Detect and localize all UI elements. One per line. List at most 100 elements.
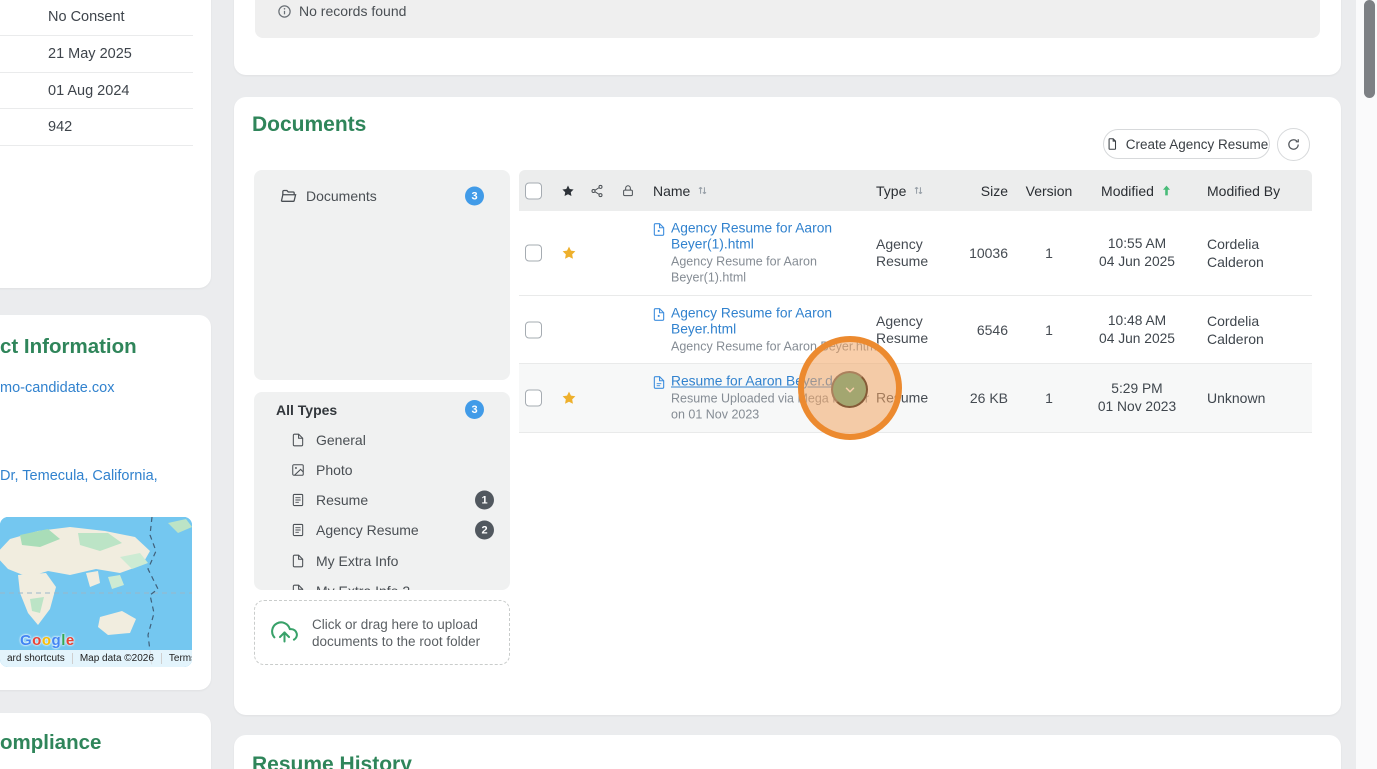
column-header-modified[interactable]: Modified [1081, 182, 1193, 200]
document-subtitle: Agency Resume for Aaron Beyer.html [671, 339, 880, 353]
type-item-agency-resume[interactable]: Agency Resume 2 [254, 515, 510, 545]
table-row[interactable]: Agency Resume for Aaron Beyer(1).html Ag… [519, 211, 1312, 296]
star-column-icon[interactable] [561, 184, 575, 198]
type-filter-all[interactable]: All Types 3 [276, 400, 488, 420]
all-types-label: All Types [276, 402, 338, 418]
keyboard-shortcuts-link[interactable]: ard shortcuts [0, 653, 72, 664]
contact-heading: ct Information [0, 335, 137, 358]
star-icon[interactable] [561, 245, 577, 261]
folder-item-documents[interactable]: Documents 3 [254, 178, 510, 214]
star-icon[interactable] [561, 390, 577, 406]
row-checkbox[interactable] [525, 244, 542, 262]
email-link[interactable]: mo-candidate.cox [0, 380, 114, 396]
type-filter-panel: All Types 3 General Photo Resume 1 Agenc… [254, 392, 510, 590]
type-item-label: Resume [316, 492, 369, 508]
map-attribution-bar: ard shortcuts Map data ©2026 Terms [0, 650, 192, 667]
contact-card: ct Information mo-candidate.cox Dr, Teme… [0, 315, 211, 690]
profile-value: No Consent [48, 9, 125, 26]
column-header-modified-by[interactable]: Modified By [1207, 182, 1299, 200]
documents-table: Name Type Size Version Modified Modified… [519, 170, 1312, 440]
google-logo: Google [20, 632, 75, 649]
document-modified: 5:29 PM 01 Nov 2023 [1097, 381, 1177, 414]
type-item-general[interactable]: General [254, 425, 510, 455]
file-icon [291, 554, 305, 568]
create-agency-resume-label: Create Agency Resume [1125, 136, 1269, 152]
type-item-label: My Extra Info [316, 553, 399, 569]
sort-ascending-icon [1162, 185, 1170, 196]
compliance-heading: ompliance [0, 731, 102, 754]
document-modified-by: Cordelia Calderon [1207, 312, 1264, 347]
document-link[interactable]: Agency Resume for Aaron Beyer.html [671, 305, 876, 337]
profile-field-row: 01 Aug 2024 [0, 73, 193, 110]
type-item-label: Photo [316, 462, 353, 478]
address-link[interactable]: Dr, Temecula, California, [0, 468, 158, 484]
compliance-card: ompliance [0, 713, 211, 769]
scrollbar-track[interactable] [1356, 0, 1377, 769]
type-item-my-extra-info[interactable]: My Extra Info [254, 546, 510, 576]
profile-field-row: 942 [0, 109, 193, 146]
row-checkbox[interactable] [525, 321, 542, 338]
html-file-icon [652, 307, 666, 326]
column-header-name[interactable]: Name [653, 183, 709, 199]
upload-text-line2: documents to the root folder [312, 633, 481, 649]
profile-fields: Stormie Haller No Consent 21 May 2025 01… [0, 0, 211, 146]
documents-heading: Documents [252, 113, 367, 136]
folder-tree-panel: Documents 3 [254, 170, 510, 380]
document-modified: 10:48 AM 04 Jun 2025 [1099, 312, 1175, 346]
table-row[interactable]: Resume for Aaron Beyer.docx Resume Uploa… [519, 364, 1312, 433]
document-subtitle: Agency Resume for Aaron Beyer(1).html [671, 254, 817, 285]
no-records-text: No records found [299, 3, 407, 19]
page: ? Stormie Haller No Consent 21 May 2025 … [0, 0, 1377, 769]
lock-column-icon[interactable] [621, 184, 635, 198]
profile-field-row: No Consent [0, 0, 193, 37]
table-row[interactable]: Agency Resume for Aaron Beyer.html Agenc… [519, 296, 1312, 364]
info-icon [278, 4, 291, 18]
refresh-button[interactable] [1277, 128, 1310, 161]
upload-text-line1: Click or drag here to upload [312, 616, 478, 632]
document-size: 26 KB [969, 390, 1008, 406]
row-actions-dropdown-button[interactable] [831, 371, 868, 408]
document-version: 1 [1045, 390, 1053, 406]
profile-value: 01 Aug 2024 [48, 82, 130, 99]
document-version: 1 [1045, 321, 1053, 338]
type-item-photo[interactable]: Photo [254, 455, 510, 485]
type-count-badge: 2 [475, 520, 494, 540]
profile-value: 942 [48, 119, 73, 136]
resume-history-heading: Resume History [252, 753, 412, 769]
map-terms-link[interactable]: Terms [160, 653, 192, 664]
row-checkbox[interactable] [525, 389, 542, 407]
type-item-my-extra-info-2[interactable]: My Extra Info 2 [254, 576, 510, 590]
table-header: Name Type Size Version Modified Modified… [519, 170, 1312, 211]
document-link[interactable]: Agency Resume for Aaron Beyer(1).html [671, 221, 876, 253]
type-count-badge: 1 [475, 490, 494, 510]
upload-cloud-icon [271, 619, 298, 646]
profile-card: ? Stormie Haller No Consent 21 May 2025 … [0, 0, 211, 288]
resume-history-card: Resume History [234, 735, 1341, 769]
file-icon [291, 584, 305, 590]
image-icon [291, 463, 305, 477]
scrollbar-thumb[interactable] [1364, 0, 1375, 98]
html-file-icon [652, 223, 666, 242]
resume-icon [291, 493, 305, 507]
documents-card: Documents Create Agency Resume Documents… [234, 97, 1341, 715]
location-map[interactable]: Google ard shortcuts Map data ©2026 Term… [0, 517, 192, 667]
select-all-checkbox[interactable] [525, 182, 542, 199]
profile-field-row: 21 May 2025 [0, 36, 193, 73]
docx-file-icon [652, 376, 666, 395]
document-size: 6546 [976, 321, 1008, 338]
column-header-size[interactable]: Size [914, 183, 1008, 199]
type-item-label: General [316, 432, 366, 448]
create-agency-resume-button[interactable]: Create Agency Resume [1103, 129, 1270, 159]
share-column-icon[interactable] [590, 184, 604, 198]
resume-icon [291, 523, 305, 537]
folder-count-badge: 3 [465, 186, 484, 206]
no-records-box: No records found [255, 0, 1320, 38]
no-records-card: No records found [234, 0, 1341, 75]
upload-dropzone[interactable]: Click or drag here to upload documents t… [254, 600, 510, 665]
folder-label: Documents [306, 188, 377, 204]
folder-icon [280, 188, 297, 208]
all-types-count-badge: 3 [465, 400, 484, 419]
document-icon [1108, 138, 1116, 150]
type-item-resume[interactable]: Resume 1 [254, 485, 510, 515]
column-header-version[interactable]: Version [1017, 183, 1081, 199]
